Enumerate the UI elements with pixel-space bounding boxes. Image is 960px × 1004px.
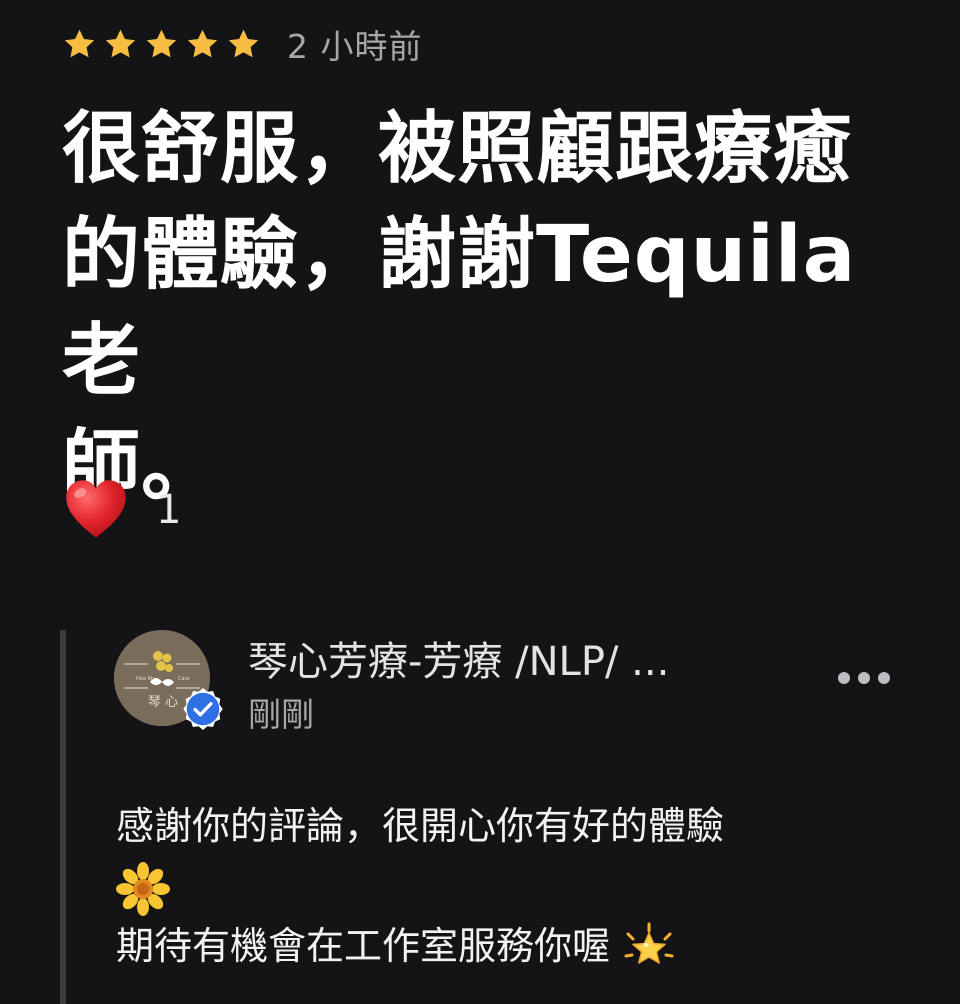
reply-line [116,856,916,916]
star-icon [103,27,138,62]
sunflower-icon [116,861,170,916]
avatar-text: 琴 心 [148,695,178,710]
reply-text: 感謝你的評論，很開心你有好的體驗 期待有機會在工作室服務你喔 [116,796,916,976]
reply-line-text: 感謝你的評論，很開心你有好的體驗 [116,804,725,848]
reaction-count: 1 [156,487,182,533]
review-text: 很舒服，被照顧跟療癒 的體驗，謝謝Tequila老 師。 [62,104,857,512]
reply-line: 感謝你的評論，很開心你有好的體驗 [116,796,916,856]
star-icon [62,27,97,62]
star-rating [62,27,267,62]
reply-timestamp: 剛剛 [248,695,314,734]
avatar-left-label: Hea lth [136,676,154,682]
review-card: 2 小時前 很舒服，被照顧跟療癒 的體驗，謝謝Tequila老 師。 1 Hea… [0,0,960,1004]
star-icon [144,27,179,62]
reply-thread-bar [60,630,66,1004]
avatar-right-label: Care [178,676,190,682]
star-icon [185,27,220,62]
review-timestamp: 2 小時前 [287,27,423,66]
glowing-star-icon [622,922,676,976]
star-icon [226,27,261,62]
rating-row: 2 小時前 [62,20,423,68]
verified-badge-icon [182,688,224,730]
reaction-button[interactable]: 1 [62,474,181,546]
reply-line: 期待有機會在工作室服務你喔 [116,916,916,976]
heart-icon [62,476,130,544]
reply-line-text: 期待有機會在工作室服務你喔 [116,924,611,968]
more-options-button[interactable] [834,660,894,696]
more-horizontal-icon [838,672,890,684]
reply-author-name[interactable]: 琴心芳療-芳療 /NLP/ ... [248,636,748,688]
